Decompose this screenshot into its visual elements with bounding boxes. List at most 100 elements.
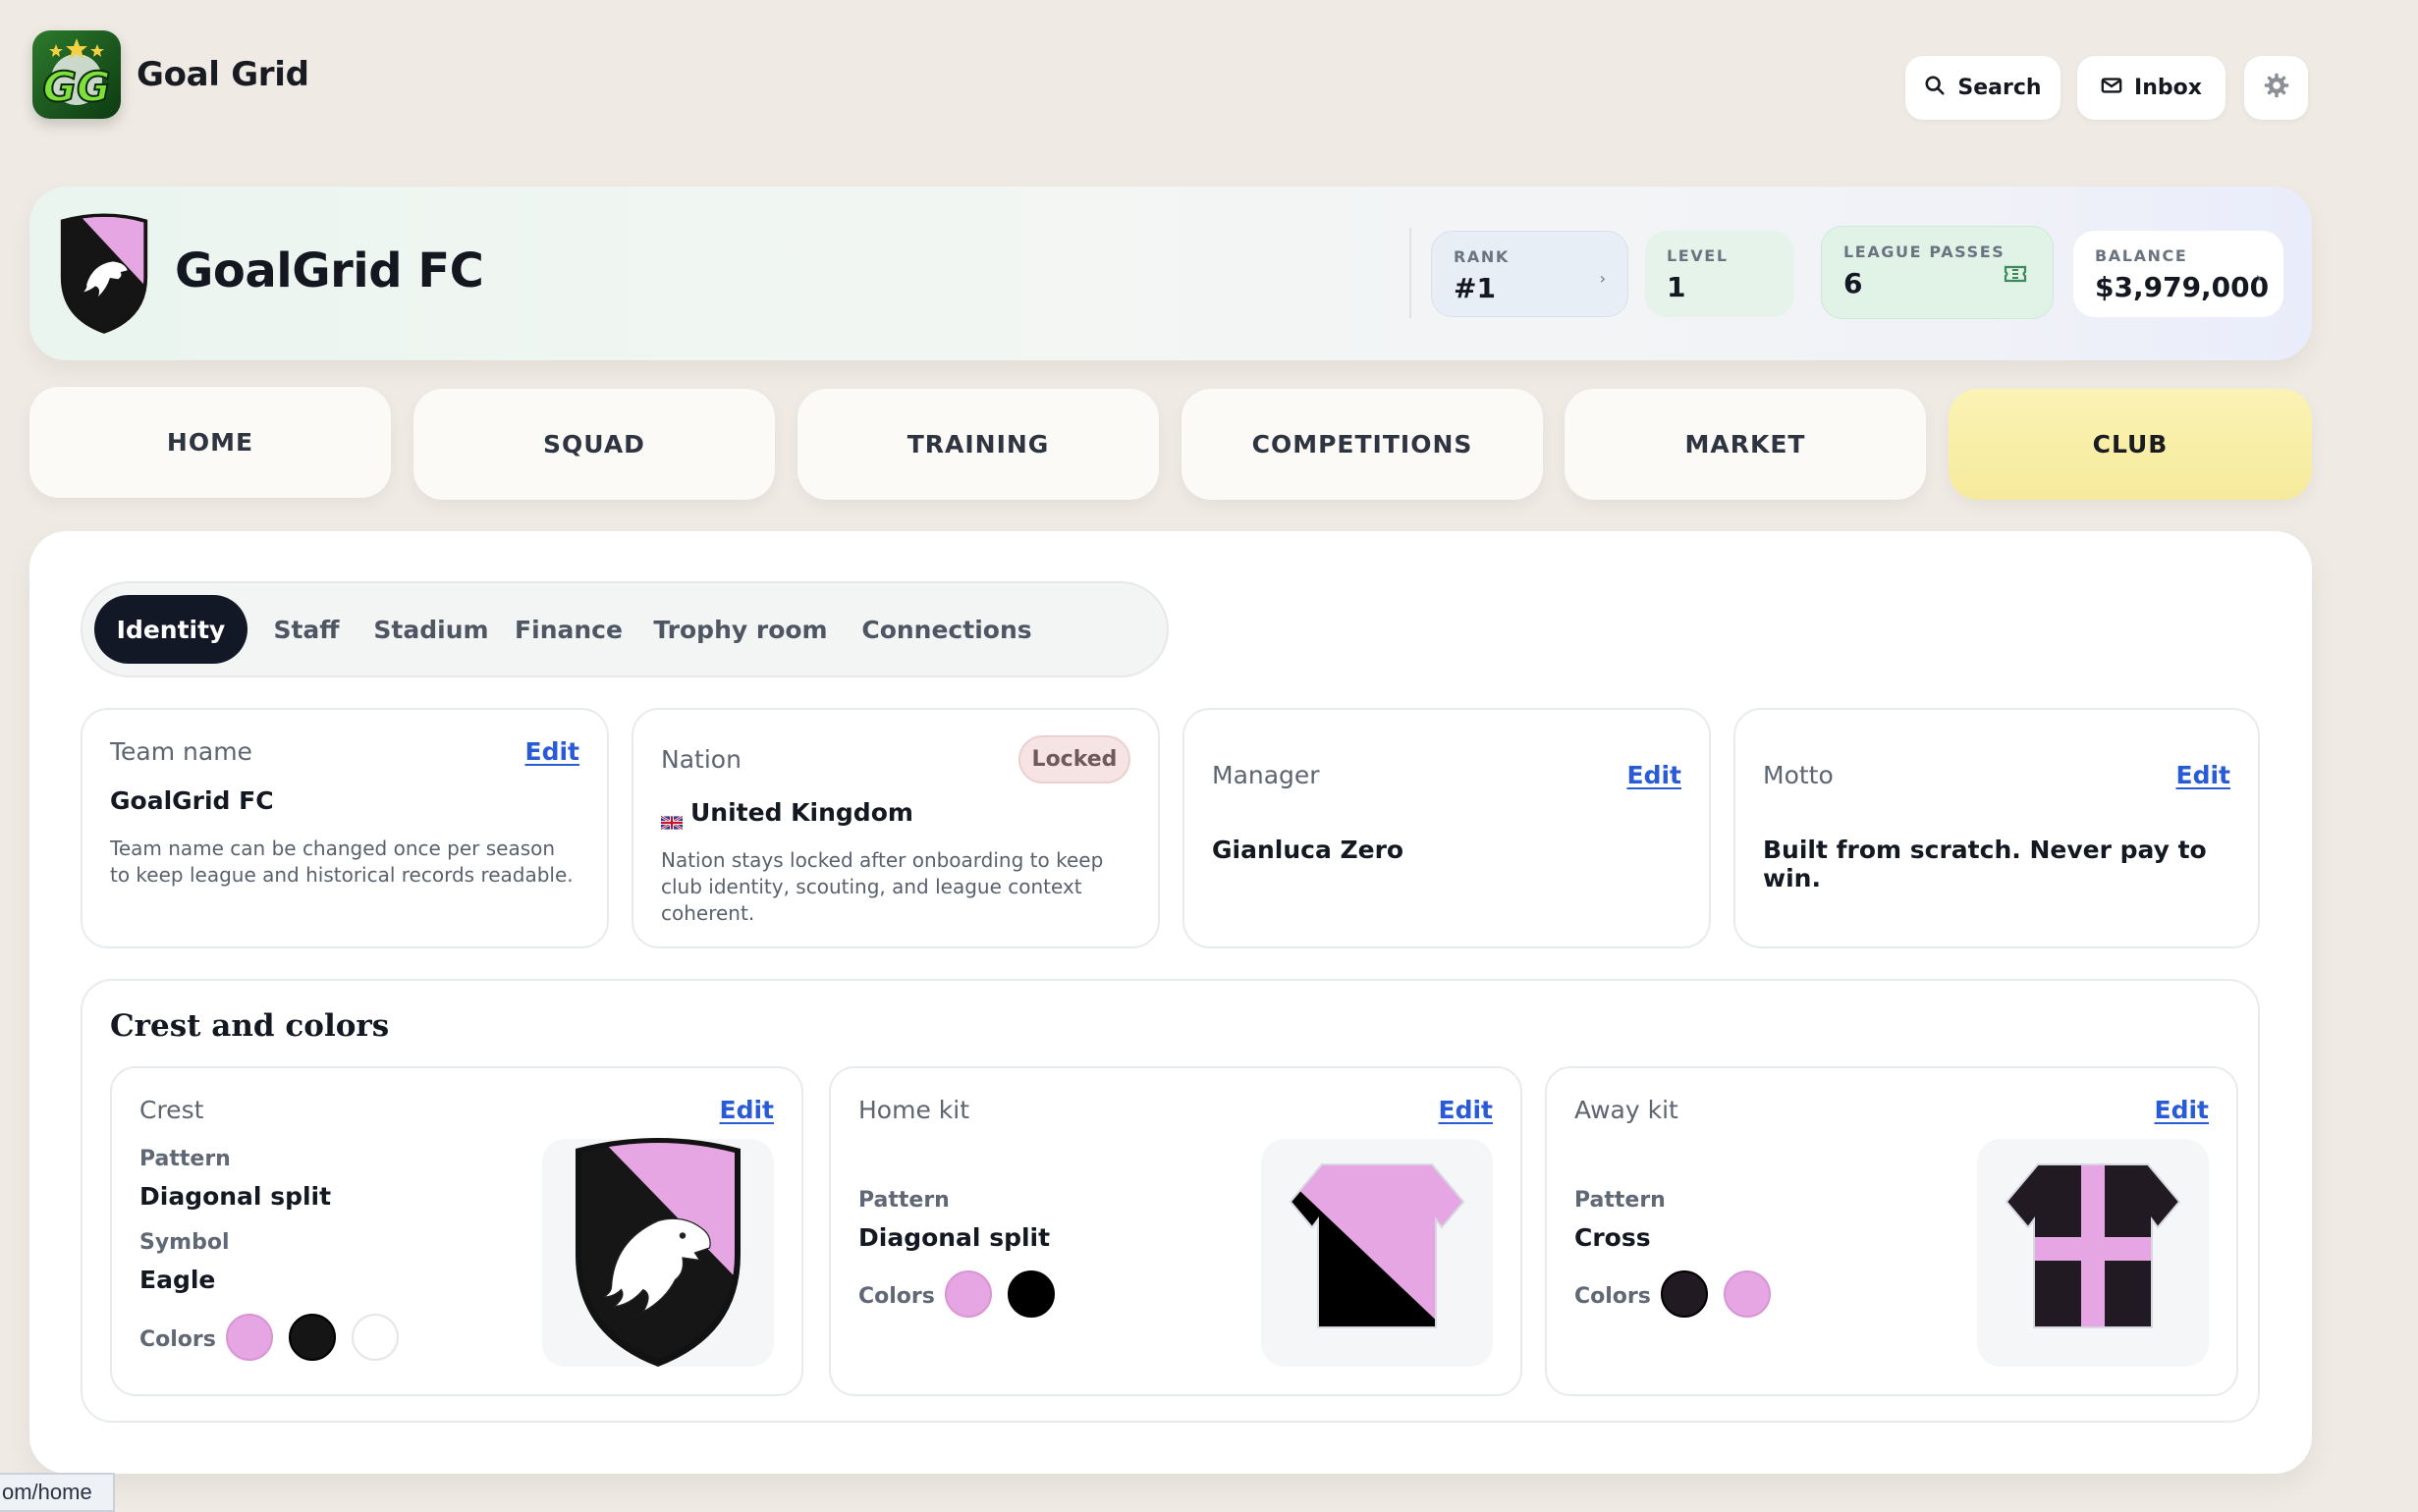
- color-swatch-pink: [945, 1270, 992, 1318]
- away-kit-label: Away kit: [1574, 1096, 1678, 1124]
- away-kit-pattern-value: Cross: [1574, 1223, 1651, 1252]
- away-kit-card: Away kit Edit Pattern Cross Colors: [1545, 1066, 2238, 1396]
- app-title: Goal Grid: [137, 55, 309, 94]
- subtab-connections[interactable]: Connections: [851, 595, 1043, 664]
- nav-tab-club[interactable]: CLUB: [1949, 389, 2312, 500]
- gear-icon: [2263, 72, 2290, 105]
- nav-tab-market[interactable]: MARKET: [1565, 389, 1926, 500]
- home-kit-edit-link[interactable]: Edit: [1439, 1096, 1494, 1124]
- subtab-identity[interactable]: Identity: [94, 595, 247, 664]
- crest-colors-label: Colors: [139, 1327, 216, 1352]
- app-logo[interactable]: GG: [32, 30, 121, 119]
- chevron-right-icon: ›: [2255, 268, 2262, 287]
- crest-label: Crest: [139, 1096, 204, 1124]
- subtab-staff[interactable]: Staff: [257, 595, 356, 664]
- rank-label: RANK: [1454, 247, 1510, 266]
- home-kit-pattern-label: Pattern: [858, 1188, 950, 1213]
- uk-flag-icon: [660, 807, 684, 831]
- team-name-value: GoalGrid FC: [110, 786, 274, 815]
- level-stat: LEVEL 1: [1645, 231, 1794, 317]
- crest-section-title: Crest and colors: [110, 1008, 390, 1044]
- rank-stat[interactable]: RANK #1 ›: [1431, 231, 1628, 317]
- crest-colors-section: Crest and colors Crest Edit Pattern Diag…: [81, 979, 2260, 1423]
- header-divider: [1409, 228, 1411, 318]
- crest-preview: [542, 1138, 774, 1367]
- rank-value: #1: [1454, 272, 1496, 304]
- crest-pattern-value: Diagonal split: [139, 1182, 332, 1211]
- manager-edit-link[interactable]: Edit: [1627, 761, 1682, 789]
- mail-icon: [2101, 76, 2122, 101]
- team-name-description: Team name can be changed once per season…: [110, 837, 574, 887]
- club-name: GoalGrid FC: [175, 243, 484, 298]
- manager-card: Manager Edit Gianluca Zero: [1182, 708, 1711, 948]
- color-swatch-black: [1008, 1270, 1055, 1318]
- crest-symbol-label: Symbol: [139, 1230, 230, 1255]
- search-icon: [1924, 75, 1946, 102]
- crest-card: Crest Edit Pattern Diagonal split Symbol…: [110, 1066, 803, 1396]
- club-panel: Identity Staff Stadium Finance Trophy ro…: [29, 531, 2312, 1474]
- crest-shield-icon: [576, 1138, 741, 1367]
- motto-card: Motto Edit Built from scratch. Never pay…: [1733, 708, 2260, 948]
- subtab-stadium[interactable]: Stadium: [367, 595, 495, 664]
- search-label: Search: [1957, 76, 2042, 100]
- svg-text:GG: GG: [43, 63, 111, 111]
- nation-card: Nation Locked United Kingdom Nation stay…: [632, 708, 1160, 948]
- away-kit-colors-label: Colors: [1574, 1284, 1651, 1309]
- balance-stat[interactable]: BALANCE $3,979,000 ›: [2073, 231, 2283, 317]
- away-kit-color-swatches: [1661, 1270, 1771, 1318]
- team-name-label: Team name: [110, 737, 252, 766]
- home-kit-shirt-icon: [1289, 1163, 1465, 1328]
- club-subtabs: Identity Staff Stadium Finance Trophy ro…: [81, 581, 1169, 677]
- subtab-trophy-room[interactable]: Trophy room: [644, 595, 837, 664]
- club-crest[interactable]: [57, 211, 151, 334]
- motto-edit-link[interactable]: Edit: [2176, 761, 2231, 789]
- balance-label: BALANCE: [2095, 246, 2188, 265]
- nation-description: Nation stays locked after onboarding to …: [661, 848, 1104, 925]
- home-kit-label: Home kit: [858, 1096, 970, 1124]
- away-kit-pattern-label: Pattern: [1574, 1188, 1666, 1213]
- inbox-button[interactable]: Inbox: [2077, 56, 2226, 120]
- home-kit-card: Home kit Edit Pattern Diagonal split Col…: [829, 1066, 1522, 1396]
- color-swatch-dark: [1661, 1270, 1708, 1318]
- home-kit-color-swatches: [945, 1270, 1055, 1318]
- color-swatch-pink: [226, 1314, 273, 1361]
- team-name-edit-link[interactable]: Edit: [525, 737, 580, 766]
- manager-label: Manager: [1212, 761, 1320, 789]
- level-value: 1: [1667, 271, 1686, 303]
- level-label: LEVEL: [1667, 246, 1729, 265]
- ticket-icon: [2004, 264, 2027, 288]
- motto-value: Built from scratch. Never pay to win.: [1763, 836, 2207, 892]
- subtab-finance[interactable]: Finance: [507, 595, 631, 664]
- nav-tab-training[interactable]: TRAINING: [797, 389, 1159, 500]
- home-kit-colors-label: Colors: [858, 1284, 935, 1309]
- away-kit-shirt-icon: [2005, 1163, 2181, 1328]
- crest-color-swatches: [226, 1314, 399, 1361]
- league-passes-stat[interactable]: LEAGUE PASSES 6: [1821, 226, 2054, 319]
- home-kit-pattern-value: Diagonal split: [858, 1223, 1051, 1252]
- color-swatch-pink: [1724, 1270, 1771, 1318]
- nav-tab-competitions[interactable]: COMPETITIONS: [1182, 389, 1543, 500]
- away-kit-edit-link[interactable]: Edit: [2155, 1096, 2210, 1124]
- passes-label: LEAGUE PASSES: [1843, 243, 2006, 261]
- balance-value: $3,979,000: [2095, 271, 2270, 303]
- crest-edit-link[interactable]: Edit: [720, 1096, 775, 1124]
- chevron-right-icon: ›: [1599, 269, 1606, 288]
- inbox-label: Inbox: [2134, 76, 2202, 100]
- search-button[interactable]: Search: [1905, 56, 2061, 120]
- nav-tab-home[interactable]: HOME: [29, 387, 391, 498]
- club-header: GoalGrid FC RANK #1 › LEVEL 1 LEAGUE PAS…: [29, 187, 2312, 360]
- color-swatch-black: [289, 1314, 336, 1361]
- nation-value: United Kingdom: [690, 798, 913, 827]
- locked-badge: Locked: [1018, 735, 1130, 783]
- motto-label: Motto: [1763, 761, 1834, 789]
- nation-value-row: United Kingdom: [660, 798, 913, 831]
- status-url-tooltip: om/home: [0, 1473, 115, 1512]
- home-kit-preview: [1261, 1139, 1493, 1367]
- team-name-card: Team name Edit GoalGrid FC Team name can…: [81, 708, 609, 948]
- manager-value: Gianluca Zero: [1212, 836, 1404, 864]
- nav-tab-squad[interactable]: SQUAD: [413, 389, 775, 500]
- away-kit-preview: [1977, 1139, 2209, 1367]
- crest-pattern-label: Pattern: [139, 1147, 231, 1171]
- settings-button[interactable]: [2244, 56, 2308, 120]
- nation-label: Nation: [661, 745, 742, 774]
